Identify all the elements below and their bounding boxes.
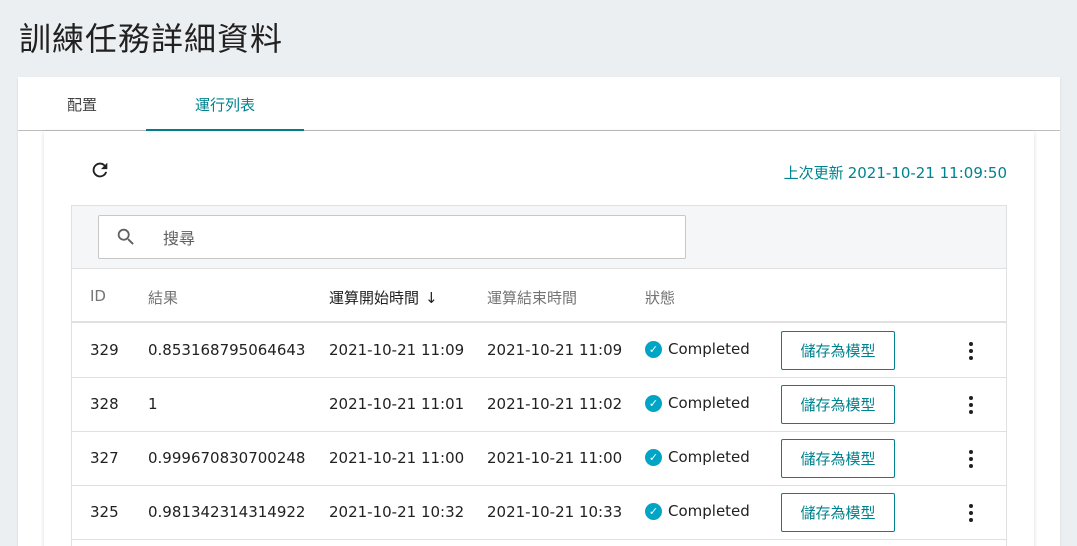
status-text: Completed	[668, 340, 750, 358]
column-header-status[interactable]: 狀態	[645, 287, 675, 308]
run-list-panel: 上次更新2021-10-21 11:09:50 ID 結果 運算開始時間 ↓ 運算…	[44, 131, 1034, 546]
page-title: 訓練任務詳細資料	[19, 20, 284, 58]
cell-end-time: 2021-10-21 11:09	[487, 341, 623, 359]
cell-start-time: 2021-10-21 11:09	[329, 341, 465, 359]
save-as-model-button[interactable]: 儲存為模型	[781, 331, 895, 370]
save-as-model-button[interactable]: 儲存為模型	[781, 385, 895, 424]
status-badge: ✓ Completed	[645, 448, 750, 466]
last-updated: 上次更新 2021-10-21 11:09:50	[780, 162, 1007, 183]
status-badge: ✓ Completed	[645, 394, 750, 412]
status-text: Completed	[668, 394, 750, 412]
table-row: 329 0.853168795064643 2021-10-21 11:09 2…	[72, 324, 1006, 378]
cell-result: 0.981342314314922	[148, 503, 306, 521]
cell-id: 329	[90, 341, 119, 359]
check-circle-icon: ✓	[645, 340, 662, 358]
check-circle-icon: ✓	[645, 502, 662, 520]
cell-start-time: 2021-10-21 11:01	[329, 395, 465, 413]
cell-result: 0.853168795064643	[148, 341, 306, 359]
run-table: ID 結果 運算開始時間 ↓ 運算結束時間 狀態 329 0.8531687950…	[71, 205, 1007, 546]
table-row: 325 0.981342314314922 2021-10-21 10:32 2…	[72, 486, 1006, 540]
save-as-model-button[interactable]: 儲存為模型	[781, 439, 895, 478]
last-updated-label: 上次更新	[783, 164, 844, 182]
cell-id: 325	[90, 503, 119, 521]
search-field[interactable]	[98, 215, 686, 259]
table-row: 327 0.999670830700248 2021-10-21 11:00 2…	[72, 432, 1006, 486]
last-updated-value: 2021-10-21 11:09:50	[847, 164, 1007, 182]
tab-config[interactable]: 配置	[18, 77, 146, 131]
arrow-down-icon: ↓	[425, 289, 438, 307]
search-bar	[72, 206, 1006, 269]
cell-start-time: 2021-10-21 10:32	[329, 503, 465, 521]
check-circle-icon: ✓	[645, 394, 662, 412]
cell-start-time: 2021-10-21 11:00	[329, 449, 465, 467]
detail-card: 配置 運行列表 上次更新2021-10-21 11:09:50 ID 結果 運算…	[18, 77, 1060, 546]
more-vertical-icon[interactable]	[961, 499, 981, 527]
refresh-icon[interactable]	[88, 158, 112, 182]
cell-id: 328	[90, 395, 119, 413]
tab-bar: 配置 運行列表	[18, 77, 1060, 132]
column-header-id[interactable]: ID	[90, 287, 106, 305]
tab-run-list[interactable]: 運行列表	[146, 77, 304, 132]
table-row: 328 1 2021-10-21 11:01 2021-10-21 11:02 …	[72, 378, 1006, 432]
cell-id: 327	[90, 449, 119, 467]
more-vertical-icon[interactable]	[961, 337, 981, 365]
column-header-result[interactable]: 結果	[148, 287, 178, 308]
save-as-model-button[interactable]: 儲存為模型	[781, 493, 895, 532]
cell-end-time: 2021-10-21 11:02	[487, 395, 623, 413]
column-header-start-time-label: 運算開始時間	[329, 289, 420, 307]
status-text: Completed	[668, 502, 750, 520]
status-badge: ✓ Completed	[645, 502, 750, 520]
column-header-end-time[interactable]: 運算結束時間	[487, 287, 577, 308]
status-text: Completed	[668, 448, 750, 466]
cell-end-time: 2021-10-21 11:00	[487, 449, 623, 467]
cell-end-time: 2021-10-21 10:33	[487, 503, 623, 521]
check-circle-icon: ✓	[645, 448, 662, 466]
cell-result: 0.999670830700248	[148, 449, 306, 467]
search-icon	[115, 226, 137, 248]
more-vertical-icon[interactable]	[961, 391, 981, 419]
status-badge: ✓ Completed	[645, 340, 750, 358]
table-header: ID 結果 運算開始時間 ↓ 運算結束時間 狀態	[72, 270, 1006, 323]
column-header-start-time[interactable]: 運算開始時間 ↓	[329, 287, 438, 308]
cell-result: 1	[148, 395, 158, 413]
more-vertical-icon[interactable]	[961, 445, 981, 473]
search-input[interactable]	[163, 226, 663, 250]
